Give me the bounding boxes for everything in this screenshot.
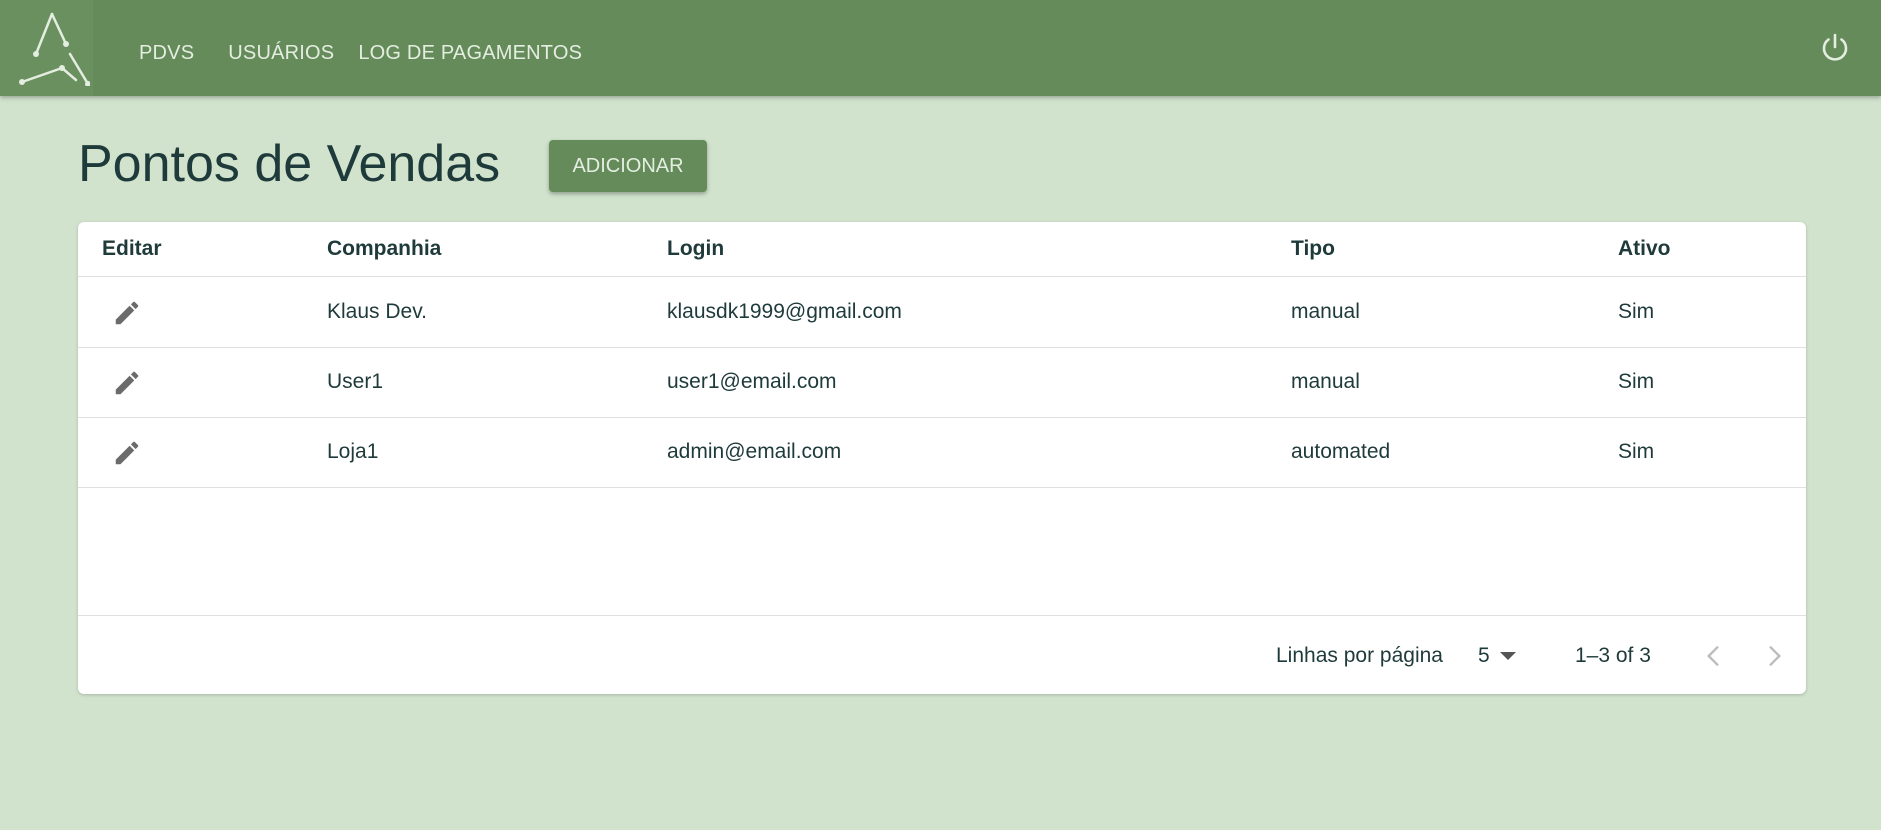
- pencil-icon[interactable]: [112, 438, 142, 468]
- chevron-left-icon[interactable]: [1698, 640, 1730, 672]
- rows-per-page-label: Linhas por página: [1276, 644, 1443, 667]
- nav-item-pdvs[interactable]: PDVS: [127, 42, 206, 65]
- cell-login: klausdk1999@gmail.com: [667, 300, 902, 323]
- pencil-icon[interactable]: [112, 368, 142, 398]
- table-pagination: Linhas por página 5 1–3 of 3: [78, 615, 1806, 694]
- caret-down-icon: [1500, 652, 1516, 660]
- logo-icon[interactable]: [0, 0, 93, 96]
- cell-companhia: Loja1: [327, 440, 379, 463]
- pdv-table: Editar Companhia Login Tipo Ativo Klaus …: [78, 222, 1806, 694]
- cell-companhia: Klaus Dev.: [327, 300, 427, 323]
- table-row[interactable]: Klaus Dev. klausdk1999@gmail.com manual …: [78, 277, 1806, 348]
- column-header-tipo: Tipo: [1291, 237, 1335, 260]
- cell-ativo: Sim: [1618, 440, 1655, 463]
- nav-item-log-pagamentos[interactable]: LOG DE PAGAMENTOS: [334, 42, 594, 65]
- add-button[interactable]: ADICIONAR: [549, 140, 707, 192]
- table-row[interactable]: Loja1 admin@email.com automated Sim: [78, 417, 1806, 488]
- chevron-right-icon[interactable]: [1758, 640, 1790, 672]
- rows-per-page-select[interactable]: 5: [1478, 636, 1538, 676]
- app-bar: PDVS USUÁRIOS LOG DE PAGAMENTOS: [0, 0, 1881, 96]
- cell-tipo: manual: [1291, 300, 1360, 323]
- table-header: Editar Companhia Login Tipo Ativo: [78, 222, 1806, 277]
- table-row[interactable]: User1 user1@email.com manual Sim: [78, 347, 1806, 418]
- power-icon[interactable]: [1819, 32, 1851, 64]
- rows-per-page-value: 5: [1478, 644, 1490, 667]
- pencil-icon[interactable]: [112, 298, 142, 328]
- column-header-ativo: Ativo: [1618, 237, 1671, 260]
- main-nav: PDVS USUÁRIOS LOG DE PAGAMENTOS: [127, 0, 594, 96]
- cell-login: user1@email.com: [667, 370, 837, 393]
- column-header-editar: Editar: [102, 237, 162, 260]
- cell-ativo: Sim: [1618, 300, 1655, 323]
- cell-companhia: User1: [327, 370, 384, 393]
- cell-tipo: automated: [1291, 440, 1391, 463]
- column-header-login: Login: [667, 237, 725, 260]
- cell-login: admin@email.com: [667, 440, 842, 463]
- cell-tipo: manual: [1291, 370, 1360, 393]
- cell-ativo: Sim: [1618, 370, 1655, 393]
- pagination-range: 1–3 of 3: [1575, 644, 1651, 667]
- page-title: Pontos de Vendas: [78, 135, 501, 193]
- nav-item-usuarios[interactable]: USUÁRIOS: [216, 42, 334, 65]
- column-header-companhia: Companhia: [327, 237, 442, 260]
